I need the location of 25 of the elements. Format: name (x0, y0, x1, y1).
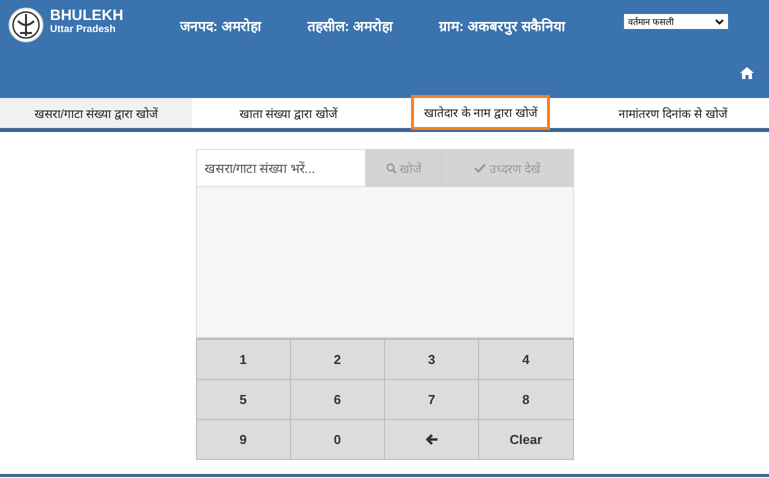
search-icon (386, 162, 396, 174)
location-label: तहसील: अमरोहा (308, 17, 394, 35)
keypad-key[interactable]: 0 (290, 420, 385, 460)
keypad-key[interactable]: 4 (479, 340, 574, 380)
search-tab[interactable]: खसरा/गाटा संख्या द्वारा खोजें (0, 98, 192, 128)
keypad-key[interactable]: 3 (385, 340, 480, 380)
emblem-logo-icon (8, 7, 44, 43)
keypad-key[interactable]: 2 (290, 340, 385, 380)
keypad-key[interactable]: 7 (385, 380, 480, 420)
keypad-key[interactable]: 8 (479, 380, 574, 420)
keypad-key[interactable]: 6 (290, 380, 385, 420)
keypad-key[interactable]: Clear (479, 420, 574, 460)
location-label: जनपद: अमरोहा (180, 17, 262, 35)
keypad-key[interactable]: 5 (196, 380, 291, 420)
brand-title: BHULEKH (50, 8, 124, 24)
chevron-icon (715, 18, 724, 24)
search-tab[interactable]: खातेदार के नाम द्वारा खोजें (410, 95, 550, 130)
check-icon (474, 163, 486, 173)
home-icon[interactable] (740, 67, 754, 79)
keypad-key[interactable]: 1 (196, 340, 291, 380)
left-arrow-icon (426, 434, 438, 445)
keypad-key[interactable]: 9 (196, 420, 291, 460)
brand-subtitle: Uttar Pradesh (50, 24, 117, 36)
year-dropdown[interactable]: वर्तमान फसली (624, 14, 728, 29)
location-label: ग्राम: अकबरपुर सकैनिया (439, 17, 566, 35)
